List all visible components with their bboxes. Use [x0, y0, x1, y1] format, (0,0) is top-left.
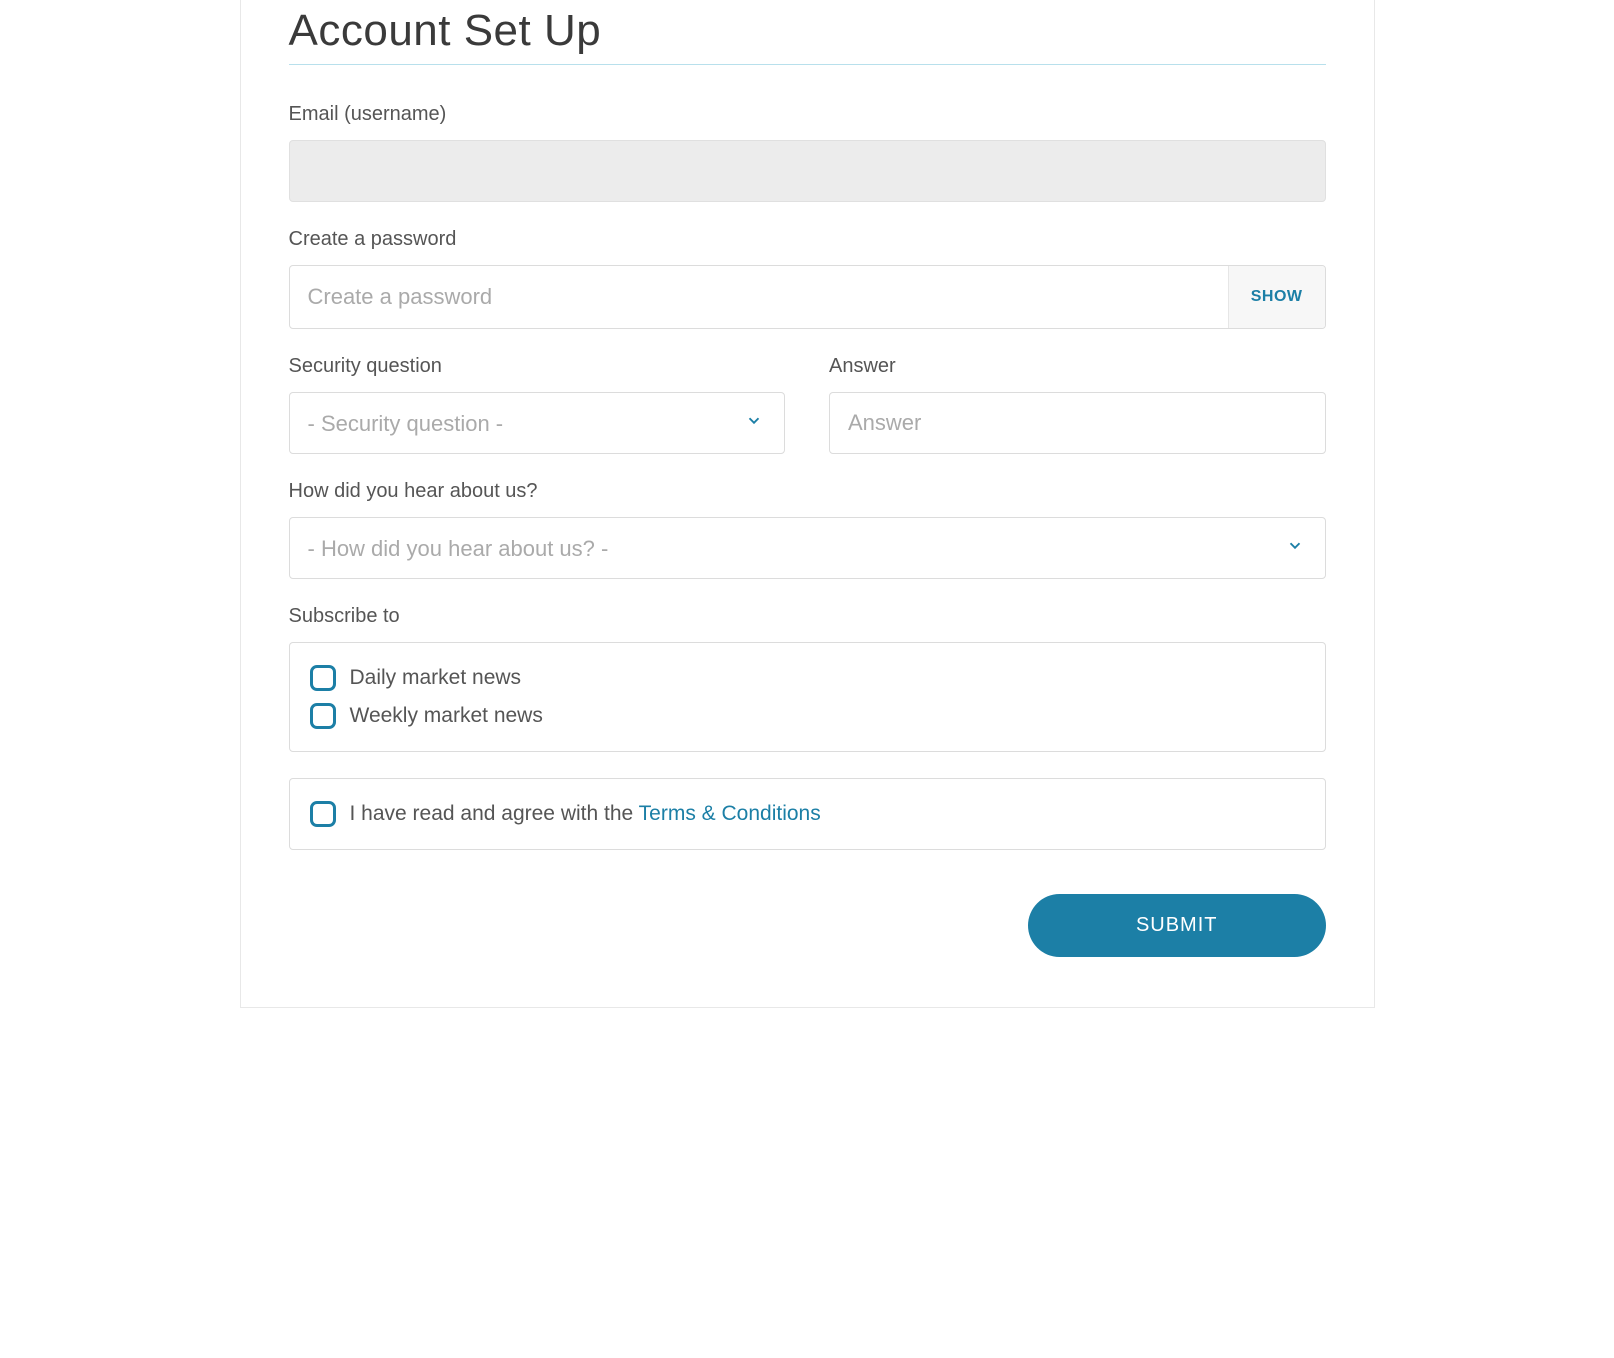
subscribe-daily-row: Daily market news — [310, 659, 1305, 697]
password-field-group: Create a password SHOW — [289, 228, 1326, 329]
submit-row: SUBMIT — [289, 894, 1326, 957]
email-label: Email (username) — [289, 103, 1326, 126]
security-question-select[interactable]: - Security question - — [289, 392, 786, 454]
subscribe-daily-checkbox[interactable] — [310, 665, 336, 691]
terms-prefix: I have read and agree with the — [350, 802, 639, 825]
password-label: Create a password — [289, 228, 1326, 251]
terms-checkbox[interactable] — [310, 801, 336, 827]
terms-link[interactable]: Terms & Conditions — [639, 802, 821, 825]
subscribe-label: Subscribe to — [289, 605, 1326, 628]
subscribe-daily-label: Daily market news — [350, 666, 522, 690]
answer-input[interactable] — [829, 392, 1326, 454]
email-field-group: Email (username) — [289, 103, 1326, 202]
terms-text: I have read and agree with the Terms & C… — [350, 802, 821, 826]
hear-about-label: How did you hear about us? — [289, 480, 1326, 503]
submit-button[interactable]: SUBMIT — [1028, 894, 1326, 957]
answer-label: Answer — [829, 355, 1326, 378]
hear-about-select[interactable]: - How did you hear about us? - — [289, 517, 1326, 579]
subscribe-weekly-row: Weekly market news — [310, 697, 1305, 735]
security-answer-row: Security question - Security question - … — [289, 355, 1326, 454]
account-setup-form: Account Set Up Email (username) Create a… — [240, 0, 1375, 1008]
security-question-label: Security question — [289, 355, 786, 378]
answer-group: Answer — [829, 355, 1326, 454]
terms-group: I have read and agree with the Terms & C… — [289, 778, 1326, 850]
password-input[interactable] — [290, 266, 1228, 328]
subscribe-group: Subscribe to Daily market news Weekly ma… — [289, 605, 1326, 752]
subscribe-weekly-checkbox[interactable] — [310, 703, 336, 729]
terms-row: I have read and agree with the Terms & C… — [310, 795, 1305, 833]
hear-about-group: How did you hear about us? - How did you… — [289, 480, 1326, 579]
security-question-group: Security question - Security question - — [289, 355, 786, 454]
subscribe-weekly-label: Weekly market news — [350, 704, 543, 728]
password-input-wrap: SHOW — [289, 265, 1326, 329]
show-password-button[interactable]: SHOW — [1228, 266, 1325, 328]
page-title: Account Set Up — [289, 0, 1326, 65]
email-input — [289, 140, 1326, 202]
